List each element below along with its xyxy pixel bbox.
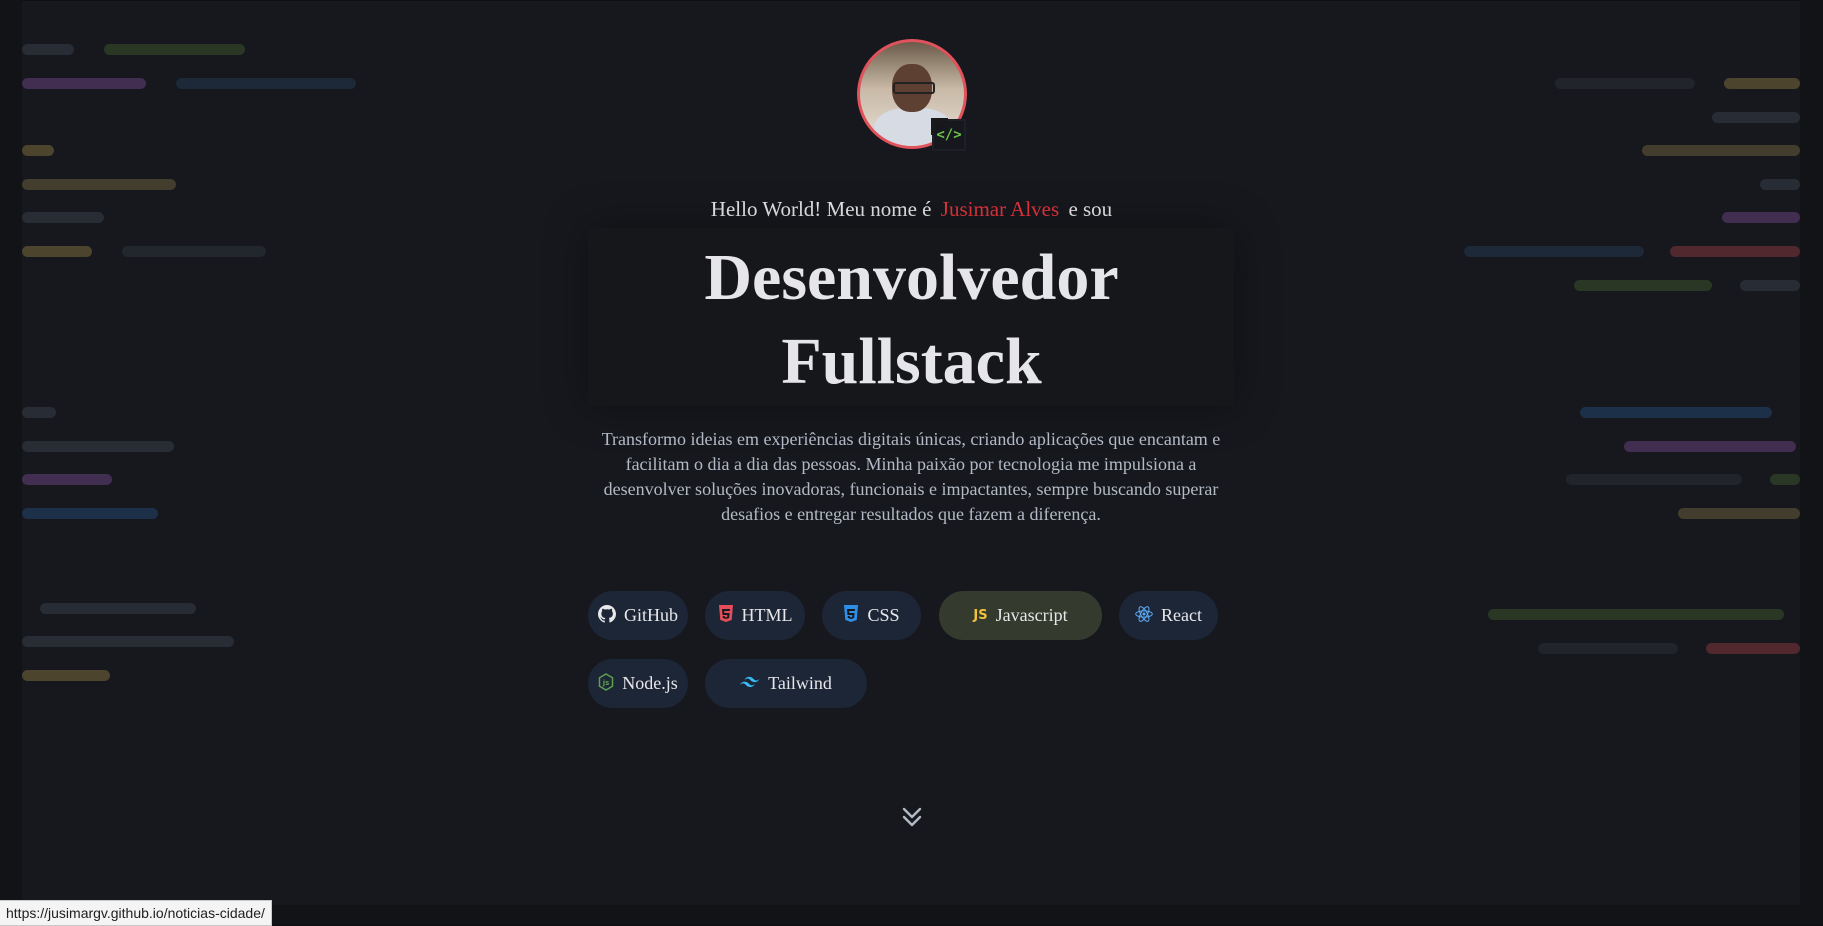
decorative-code-line	[22, 44, 74, 55]
badge-github[interactable]: GitHub	[588, 591, 688, 640]
badge-label: HTML	[741, 605, 793, 625]
decorative-code-line	[22, 179, 176, 190]
decorative-code-line	[22, 78, 146, 89]
developer-name: Jusimar Alves	[940, 197, 1060, 221]
decorative-code-line	[176, 78, 356, 89]
decorative-code-line	[1538, 643, 1678, 654]
decorative-code-line	[22, 441, 174, 452]
decorative-code-line	[40, 603, 196, 614]
css3-icon	[843, 604, 859, 627]
decorative-code-line	[1580, 407, 1772, 418]
code-icon: </>	[931, 118, 966, 151]
greeting-prefix: Hello World! Meu nome é	[710, 197, 932, 221]
nodejs-icon: js	[598, 672, 614, 695]
decorative-code-line	[1706, 643, 1800, 654]
badge-react[interactable]: React	[1119, 591, 1218, 640]
badge-label: Node.js	[622, 673, 678, 693]
decorative-code-line	[22, 474, 112, 485]
badge-label: Javascript	[995, 605, 1068, 625]
double-chevron-down-icon[interactable]	[895, 802, 929, 832]
page-title: Desenvolvedor Fullstack	[0, 236, 1823, 404]
decorative-code-line	[22, 670, 110, 681]
decorative-code-line	[22, 407, 56, 418]
hero-description: Transformo ideias em experiências digita…	[601, 429, 1221, 524]
title-line-1: Desenvolvedor	[704, 241, 1119, 314]
status-url-bar: https://jusimargv.github.io/noticias-cid…	[0, 900, 272, 926]
decorative-code-line	[104, 44, 245, 55]
decorative-code-line	[1760, 179, 1800, 190]
badge-label: React	[1161, 605, 1202, 625]
badge-label: Tailwind	[768, 673, 832, 693]
greeting-text: Hello World! Meu nome é Jusimar Alves e …	[0, 197, 1823, 222]
window-right-edge	[1800, 0, 1823, 924]
decorative-code-line	[22, 508, 158, 519]
badge-nodejs[interactable]: js Node.js	[588, 659, 688, 708]
html5-icon	[718, 604, 734, 627]
decorative-code-line	[1712, 112, 1800, 123]
decorative-code-line	[1642, 145, 1800, 156]
react-icon	[1135, 605, 1153, 627]
github-icon	[598, 604, 616, 627]
decorative-code-line	[1555, 78, 1695, 89]
decorative-code-line	[1624, 441, 1796, 452]
badge-label: GitHub	[624, 605, 678, 625]
badge-label: CSS	[867, 605, 900, 625]
profile-avatar: </>	[857, 39, 967, 151]
decorative-code-line	[22, 636, 234, 647]
badge-html[interactable]: HTML	[705, 591, 805, 640]
window-bottom-edge	[0, 905, 1823, 924]
svg-text:js: js	[602, 679, 610, 687]
decorative-code-line	[1566, 474, 1742, 485]
decorative-code-line	[22, 145, 54, 156]
decorative-code-line	[1724, 78, 1800, 89]
tailwind-icon	[740, 674, 760, 693]
decorative-code-line	[1488, 609, 1784, 620]
decorative-code-line	[1770, 474, 1800, 485]
title-line-2: Fullstack	[781, 325, 1042, 398]
badge-css[interactable]: CSS	[822, 591, 921, 640]
badge-javascript[interactable]: JS Javascript	[939, 591, 1102, 640]
greeting-suffix: e sou	[1068, 197, 1113, 221]
js-icon: JS	[973, 608, 988, 623]
window-left-edge	[0, 0, 22, 924]
decorative-code-line	[1678, 508, 1800, 519]
badge-tailwind[interactable]: Tailwind	[705, 659, 867, 708]
